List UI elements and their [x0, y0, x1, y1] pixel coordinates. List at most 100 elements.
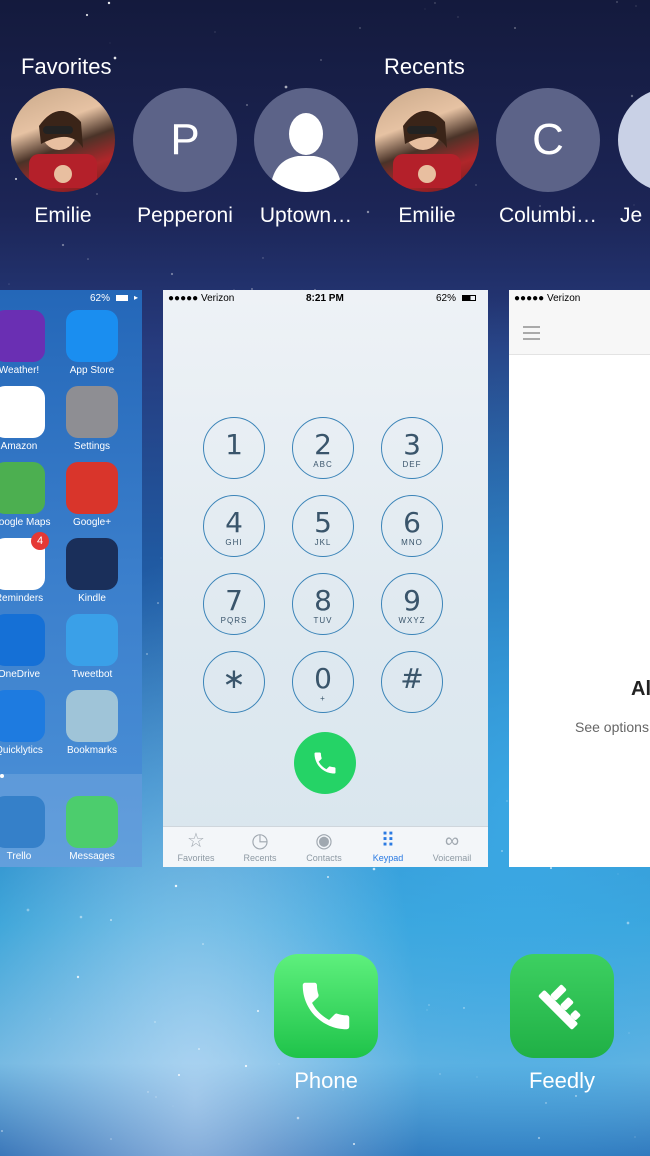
contact-photo-avatar	[11, 88, 115, 192]
key-4[interactable]: 4 GHI	[203, 495, 265, 557]
app-weather[interactable]: Weather!	[0, 310, 47, 376]
key-letters: ABC	[313, 460, 333, 469]
favorite-contact-emilie[interactable]: Emilie	[3, 88, 123, 228]
key-digit: 4	[225, 506, 243, 539]
star	[372, 867, 376, 871]
feedly-app-card[interactable]: ●●●●● Verizon Al See options	[509, 290, 650, 867]
app-app-store[interactable]: App Store	[64, 310, 120, 376]
bookmarks-folder-icon	[66, 690, 118, 742]
tab-favorites[interactable]: ☆ Favorites	[165, 829, 227, 863]
app-settings[interactable]: Settings	[64, 386, 120, 452]
app-onedrive[interactable]: OneDrive	[0, 614, 47, 680]
app-label: Reminders	[0, 593, 44, 604]
key-7[interactable]: 7 PQRS	[203, 573, 265, 635]
silhouette-avatar-icon	[618, 88, 650, 192]
key-digit: 3	[403, 428, 421, 461]
key-letters: +	[320, 694, 326, 703]
contact-name: Emilie	[398, 204, 456, 227]
feedly-app-switcher-icon[interactable]: Feedly	[510, 954, 614, 1094]
recent-contact-partial[interactable]: Je	[609, 88, 650, 228]
phone-icon	[274, 954, 378, 1058]
notification-badge: 4	[31, 532, 49, 550]
contact-initial-avatar: P	[133, 88, 237, 192]
app-label: Google+	[72, 517, 112, 528]
key-9[interactable]: 9 WXYZ	[381, 573, 443, 635]
star	[202, 943, 204, 945]
star	[626, 921, 630, 925]
star	[634, 1136, 636, 1138]
tab-voicemail[interactable]: ∞ Voicemail	[421, 829, 483, 863]
contact-initial-avatar: C	[496, 88, 600, 192]
star	[214, 31, 216, 33]
app-amazon[interactable]: Amazon	[0, 386, 47, 452]
tab-label: Keypad	[372, 853, 404, 863]
app-reminders[interactable]: 4 Reminders	[0, 532, 49, 604]
call-button[interactable]	[294, 732, 356, 794]
key-3[interactable]: 3 DEF	[381, 417, 443, 479]
key-8[interactable]: 8 TUV	[292, 573, 354, 635]
star	[244, 1064, 248, 1068]
quicklytics-icon	[0, 690, 45, 742]
battery-text: 62%	[436, 293, 457, 304]
key-hash[interactable]: #	[381, 651, 443, 713]
key-digit: 5	[314, 506, 332, 539]
tab-label: Contacts	[306, 853, 342, 863]
star	[514, 27, 516, 29]
app-label: Kindle	[78, 593, 106, 604]
app-bookmarks-folder[interactable]: Bookmarks	[64, 690, 120, 756]
key-digit: #	[400, 662, 424, 695]
star	[617, 873, 619, 875]
star	[157, 602, 159, 604]
carrier-text: ●●●●● Verizon	[168, 293, 235, 304]
star	[170, 272, 174, 276]
star	[262, 257, 264, 259]
app-label: Settings	[73, 441, 111, 452]
app-tweetbot[interactable]: Tweetbot	[64, 614, 120, 680]
star	[8, 283, 10, 285]
app-google-plus[interactable]: Google+	[64, 462, 120, 528]
key-letters: JKL	[314, 538, 332, 547]
app-google-maps[interactable]: Google Maps	[0, 462, 50, 528]
star	[154, 1021, 156, 1023]
star	[26, 908, 30, 912]
google-maps-icon	[0, 462, 45, 514]
key-5[interactable]: 5 JKL	[292, 495, 354, 557]
home-screen-card[interactable]: 62% ▸ Weather! App Store Amazon Settings Goo…	[0, 290, 142, 867]
phone-app-switcher-icon[interactable]: Phone	[274, 954, 378, 1094]
battery-icon	[116, 295, 128, 301]
recent-contact-emilie[interactable]: Emilie	[367, 88, 487, 228]
app-kindle[interactable]: Kindle	[64, 538, 120, 604]
tab-keypad[interactable]: ⠿ Keypad	[357, 829, 419, 863]
star	[439, 1073, 441, 1075]
app-quicklytics[interactable]: Quicklytics	[0, 690, 47, 756]
star	[545, 1102, 547, 1104]
key-6[interactable]: 6 MNO	[381, 495, 443, 557]
contact-name: Je	[620, 204, 643, 227]
star	[160, 557, 162, 559]
amazon-icon	[0, 386, 45, 438]
favorite-contact-uptown[interactable]: Uptown…	[246, 88, 366, 228]
contact-name: Columbi…	[498, 204, 598, 227]
app-label: OneDrive	[0, 669, 41, 680]
keypad-icon: ⠿	[380, 830, 396, 852]
star	[256, 1009, 260, 1013]
favorite-contact-pepperoni[interactable]: P Pepperoni	[125, 88, 245, 228]
settings-icon	[66, 386, 118, 438]
app-store-icon	[66, 310, 118, 362]
key-star[interactable]: ∗	[203, 651, 265, 713]
contact-photo-avatar	[375, 88, 479, 192]
star	[428, 1004, 430, 1006]
recent-contact-columbi[interactable]: C Columbi…	[488, 88, 608, 228]
tab-recents[interactable]: ◷ Recents	[229, 829, 291, 863]
star	[426, 1009, 428, 1011]
star	[476, 1076, 478, 1078]
key-0[interactable]: 0 +	[292, 651, 354, 713]
menu-icon[interactable]	[523, 326, 540, 340]
key-1[interactable]: 1	[203, 417, 265, 479]
star	[155, 1096, 157, 1098]
key-2[interactable]: 2 ABC	[292, 417, 354, 479]
feedly-icon	[510, 954, 614, 1058]
phone-app-card[interactable]: ●●●●● Verizon 8:21 PM 62% 1 2 ABC 3 DEF 4 GHI 5…	[163, 290, 488, 867]
status-bar: ●●●●● Verizon 8:21 PM 62%	[163, 290, 488, 306]
tab-contacts[interactable]: ◉ Contacts	[293, 829, 355, 863]
